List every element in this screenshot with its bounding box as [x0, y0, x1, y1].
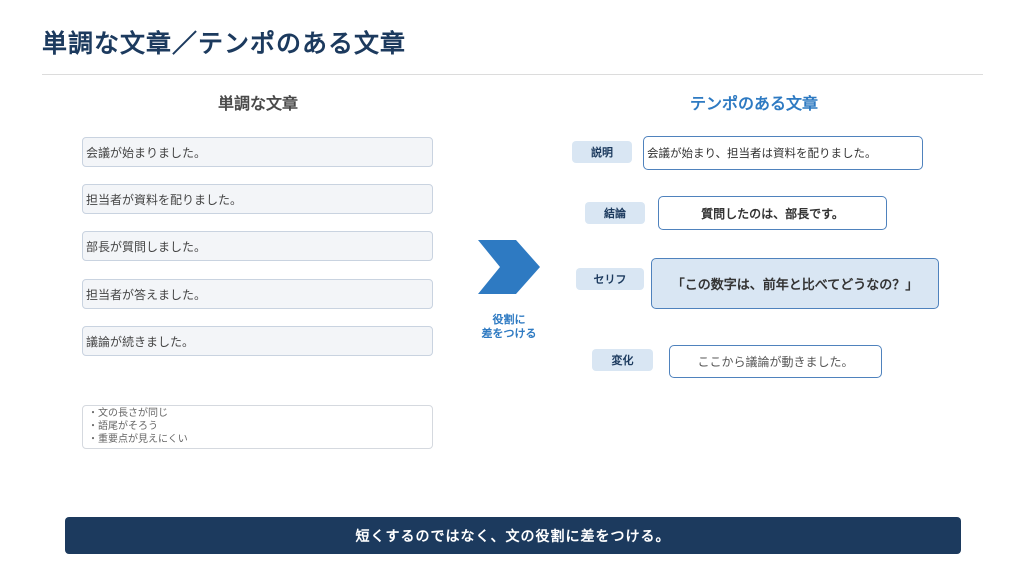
plain-sentence-box: 会議が始まりました。	[82, 137, 433, 167]
issue-note: ・文の長さが同じ	[88, 408, 168, 419]
sentence-box-dialogue: 「この数字は、前年と比べてどうなの？」	[651, 258, 939, 309]
arrow-label: 役割に 差をつける	[466, 313, 552, 341]
issues-note-box: ・文の長さが同じ ・語尾がそろう ・重要点が見えにくい	[82, 405, 433, 449]
role-tag-conclusion: 結論	[585, 202, 645, 224]
sentence-box-explanation: 会議が始まり、担当者は資料を配りました。	[643, 136, 923, 170]
role-tag-explanation: 説明	[572, 141, 632, 163]
issue-note: ・重要点が見えにくい	[88, 434, 188, 445]
sentence-box-change: ここから議論が動きました。	[669, 345, 882, 378]
arrow-label-line: 役割に	[492, 313, 526, 326]
plain-sentence-box: 担当者が資料を配りました。	[82, 184, 433, 214]
role-tag-change: 変化	[592, 349, 653, 371]
plain-sentence-box: 担当者が答えました。	[82, 279, 433, 309]
page-title: 単調な文章／テンポのある文章	[42, 29, 407, 58]
sentence-box-conclusion: 質問したのは、部長です。	[658, 196, 887, 230]
summary-banner: 短くするのではなく、文の役割に差をつける。	[65, 517, 961, 554]
left-column-heading: 単調な文章	[218, 94, 299, 113]
plain-sentence-box: 部長が質問しました。	[82, 231, 433, 261]
chevron-right-icon	[478, 240, 540, 294]
plain-sentence-box: 議論が続きました。	[82, 326, 433, 356]
title-divider	[42, 74, 983, 75]
arrow-label-line: 差をつける	[481, 327, 537, 340]
issue-note: ・語尾がそろう	[88, 421, 158, 432]
role-tag-dialogue: セリフ	[576, 268, 644, 290]
right-column-heading: テンポのある文章	[690, 94, 819, 113]
